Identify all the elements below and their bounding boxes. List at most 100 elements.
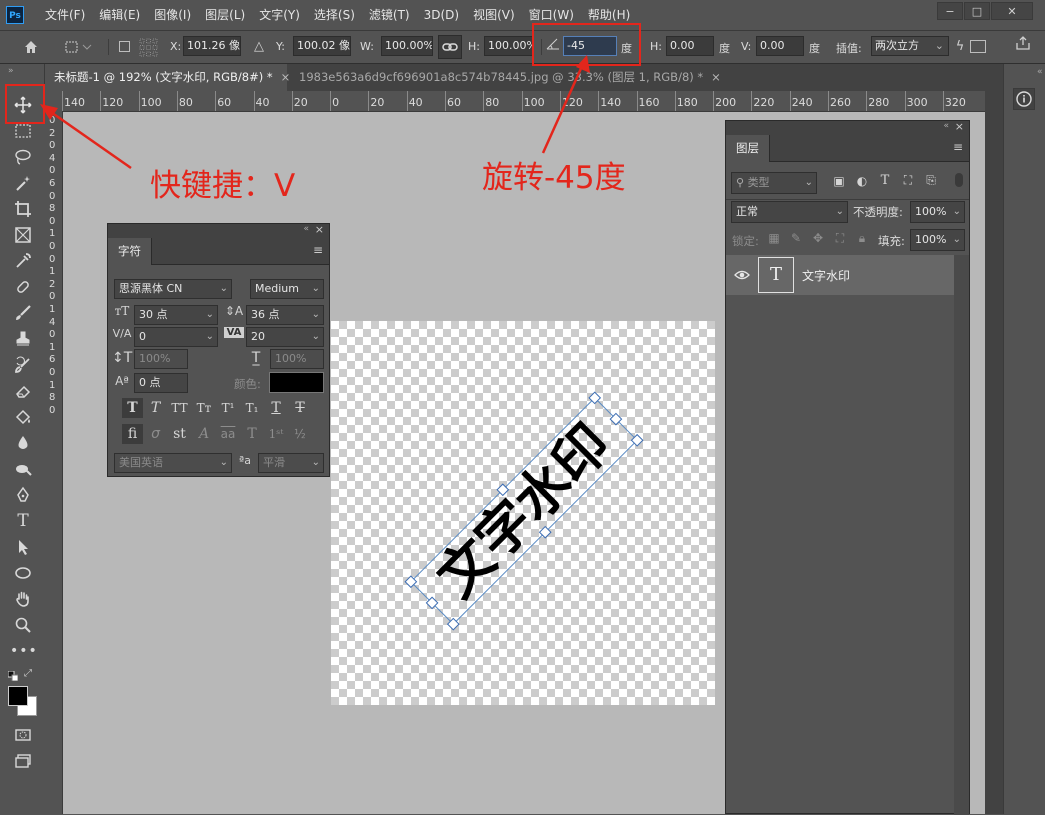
filter-type-value: 类型 [747,176,770,189]
faux-bold-icon[interactable]: T [122,398,143,418]
collapse-icon[interactable]: « [303,224,309,234]
kerning-field[interactable]: 0 ⌄ [134,327,218,347]
layer-filter-select[interactable]: ⚲ 类型 ⌄ [731,172,817,194]
leading-value: 36 点 [251,308,280,321]
lock-position-icon[interactable]: ✥ [810,231,826,245]
tracking-value: 20 [251,330,265,343]
lock-artboard-icon[interactable]: ⛶ [832,231,848,246]
language-value: 美国英语 [119,456,163,469]
strikethrough-icon[interactable]: T [289,398,311,418]
opacity-label: 不透明度: [853,205,903,219]
chevron-down-icon: ⌄ [311,331,320,342]
text-color-swatch[interactable] [269,372,324,393]
kerning-value: 0 [139,330,146,343]
tracking-field[interactable]: 20 ⌄ [246,327,324,347]
chevron-down-icon: ⌄ [311,283,320,294]
angle-field-highlight-box [532,23,641,66]
layer-name[interactable]: 文字水印 [802,267,850,284]
text-style-buttons: T T TT Tт T¹ T₁ T T [122,398,322,420]
filter-adjustment-icon[interactable]: ◐ [854,174,870,188]
rotate-annotation: 旋转-45度 [482,160,626,196]
filter-type-icon[interactable]: T [877,173,893,188]
panel-titlebar[interactable]: « × [726,120,969,135]
horizontal-scale-field[interactable]: 100% [270,349,324,369]
baseline-shift-icon: Aª [115,374,129,388]
color-label: 颜色: [234,377,261,391]
chevron-down-icon: ⌄ [205,331,214,342]
font-size-icon: ᴛT [114,304,130,318]
font-family-value: 思源黑体 CN [119,282,183,295]
filter-smart-object-icon[interactable]: ⎘ [923,173,939,188]
visibility-eye-icon[interactable] [734,267,750,283]
old-style-icon[interactable]: σ [145,424,166,444]
all-caps-icon[interactable]: TT [168,398,191,418]
panel-menu-icon[interactable]: ≡ [953,140,963,154]
fractions-icon[interactable]: ½ [289,424,311,444]
collapse-icon[interactable]: « [943,121,949,131]
antialias-select[interactable]: 平滑 ⌄ [258,453,324,473]
antialias-icon: ªa [239,454,251,467]
underline-icon[interactable]: T [265,398,287,418]
font-family-select[interactable]: 思源黑体 CN ⌄ [114,279,232,299]
font-size-field[interactable]: 30 点 ⌄ [134,305,218,325]
tab-layers[interactable]: 图层 [726,135,770,162]
font-style-select[interactable]: Medium ⌄ [250,279,324,299]
horizontal-scale-icon: T̲ [251,350,261,366]
chevron-down-icon: ⌄ [952,206,961,217]
close-panel-icon[interactable]: × [955,120,964,133]
leading-icon: ⇕A [224,304,244,318]
superscript-icon[interactable]: T¹ [217,398,239,418]
layer-row[interactable]: T 文字水印 [726,255,954,295]
chevron-down-icon: ⌄ [219,283,228,294]
fill-field[interactable]: 100% ⌄ [910,229,965,251]
lock-label: 锁定: [732,234,759,248]
kerning-icon: V/A [112,327,132,340]
panel-titlebar[interactable]: « × [108,223,329,238]
filter-pixel-icon[interactable]: ▣ [831,174,847,188]
opentype-buttons: fi σ st A aa T 1ˢᵗ ½ [122,424,322,446]
layers-panel: « × 图层 ≡ ⚲ 类型 ⌄ ▣ ◐ T ⛶ ⎘ 正常 ⌄ 不透明度: 100% ⌄… [725,120,970,815]
watermark-text[interactable]: 文字水印 [425,412,622,609]
faux-italic-icon[interactable]: T [145,398,166,418]
ordinals-icon[interactable]: 1ˢᵗ [265,424,287,444]
move-tool-highlight-box [5,84,45,124]
lock-image-icon[interactable]: ✎ [788,231,804,245]
filter-toggle[interactable] [955,173,963,187]
chevron-down-icon: ⌄ [311,457,320,468]
lock-all-icon[interactable]: 🔒︎ [854,231,870,246]
chevron-down-icon: ⌄ [311,309,320,320]
leading-field[interactable]: 36 点 ⌄ [246,305,324,325]
chevron-down-icon: ⌄ [835,206,844,217]
vertical-scale-icon: ↕T [112,350,133,366]
divider [726,199,969,200]
shortcut-annotation: 快键捷：V [150,168,296,204]
stylistic-alternates-icon[interactable]: aa [217,424,239,444]
layer-thumbnail-text-icon: T [758,257,794,293]
antialias-value: 平滑 [263,456,285,469]
small-caps-icon[interactable]: Tт [193,398,215,418]
lock-transparent-icon[interactable]: ▦ [766,231,782,245]
vertical-scale-field[interactable]: 100% [134,349,188,369]
discretionary-ligatures-icon[interactable]: st [168,424,191,444]
filter-shape-icon[interactable]: ⛶ [900,173,916,188]
character-panel: « × 字符 ≡ 思源黑体 CN ⌄ Medium ⌄ ᴛT 30 点 ⌄ ⇕A 36… [107,223,330,477]
panel-tabs: 图层 ≡ [726,135,969,162]
chevron-down-icon: ⌄ [205,309,214,320]
titling-alternates-icon[interactable]: T [241,424,263,444]
language-select[interactable]: 美国英语 ⌄ [114,453,232,473]
panel-menu-icon[interactable]: ≡ [313,243,323,257]
chevron-down-icon: ⌄ [219,457,228,468]
opacity-value: 100% [915,205,947,218]
subscript-icon[interactable]: T₁ [241,398,263,418]
blend-mode-select[interactable]: 正常 ⌄ [731,201,848,223]
swash-icon[interactable]: A [193,424,215,444]
layers-scrollbar[interactable] [954,255,969,815]
ligatures-icon[interactable]: fi [122,424,143,444]
close-panel-icon[interactable]: × [315,223,324,236]
opacity-field[interactable]: 100% ⌄ [910,201,965,223]
chevron-down-icon: ⌄ [804,177,813,188]
fill-label: 填充: [878,234,905,248]
tab-character[interactable]: 字符 [108,238,152,265]
font-size-value: 30 点 [139,308,168,321]
baseline-shift-field[interactable]: 0 点 [134,373,188,393]
